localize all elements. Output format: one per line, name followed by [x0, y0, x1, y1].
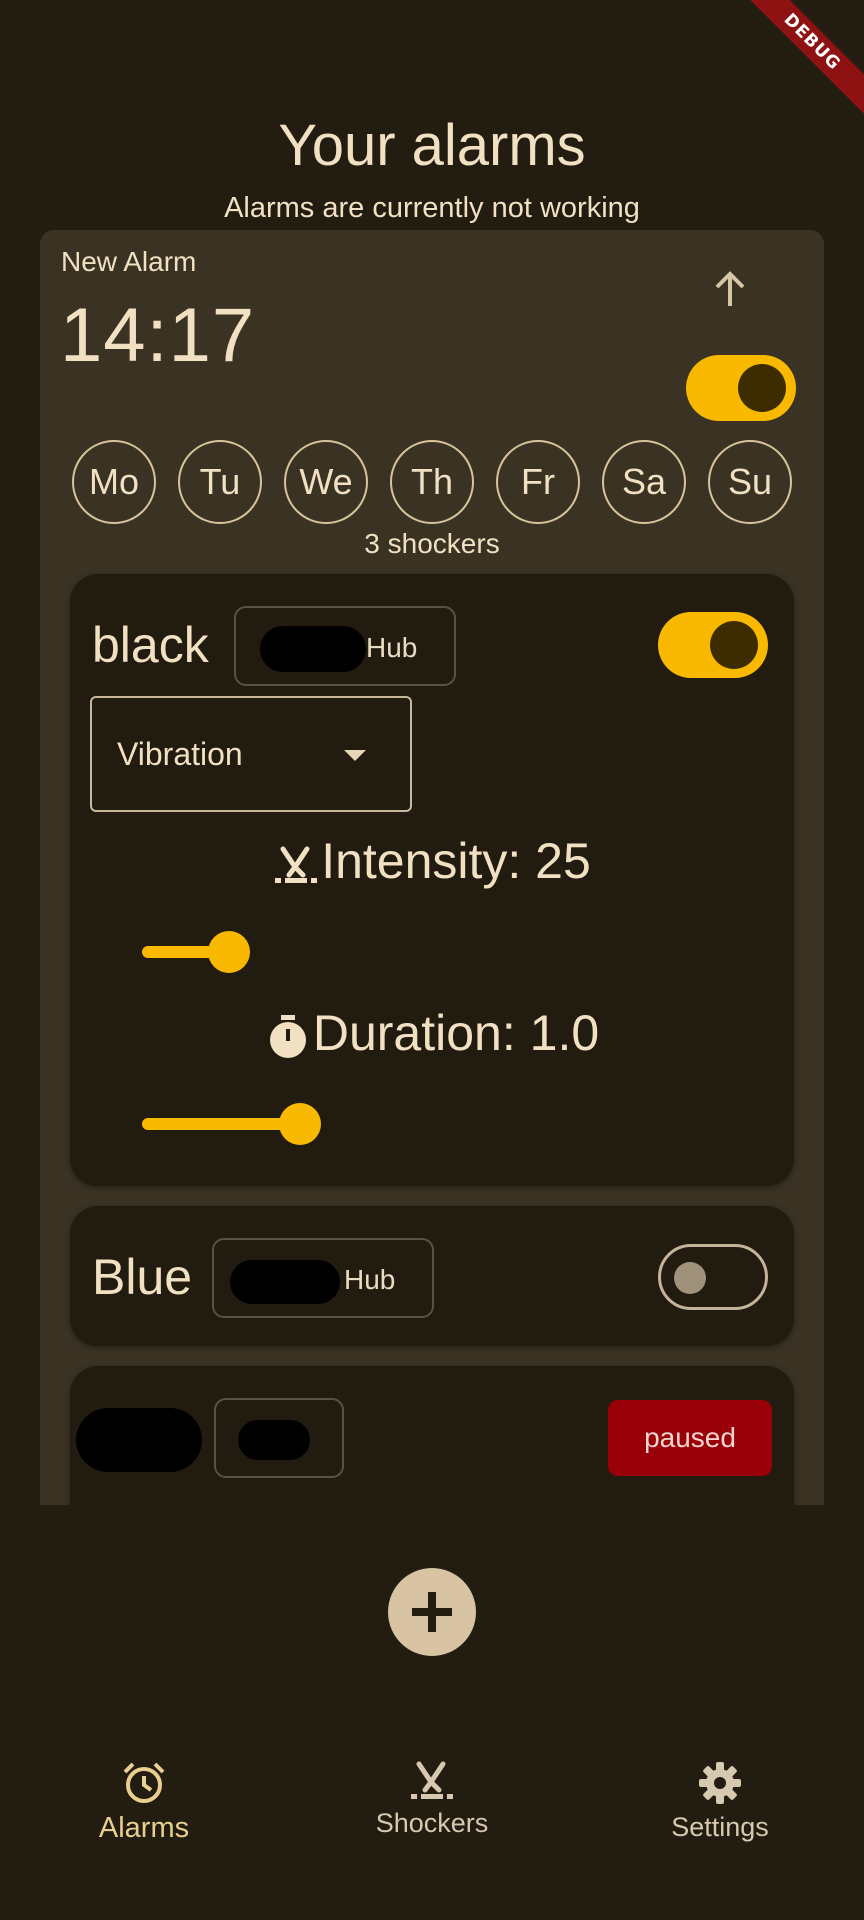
alarm-enabled-toggle[interactable]	[686, 355, 796, 421]
day-friday[interactable]: Fr	[496, 440, 580, 524]
duration-slider-thumb[interactable]	[279, 1103, 321, 1145]
day-sunday[interactable]: Su	[708, 440, 792, 524]
toggle-knob	[674, 1262, 706, 1294]
intensity-label-row: Intensity: 25	[70, 832, 794, 890]
duration-label: Duration: 1.0	[312, 1005, 600, 1061]
alarm-status-text: Alarms are currently not working	[224, 192, 640, 224]
shocker-card-redacted: paused	[70, 1366, 794, 1505]
redacted-hub-name	[230, 1260, 340, 1304]
intensity-slider-thumb[interactable]	[208, 931, 250, 973]
shocker-icon	[411, 1761, 453, 1799]
arrow-up-icon	[715, 271, 745, 306]
redacted-hub-name	[260, 626, 366, 672]
hub-label: Hub	[366, 632, 418, 663]
day-thursday[interactable]: Th	[390, 440, 474, 524]
gear-icon	[699, 1762, 741, 1804]
nav-label-alarms: Alarms	[98, 1812, 190, 1844]
hub-chip[interactable]: Hub	[212, 1238, 434, 1318]
hub-chip[interactable]: Hub	[234, 606, 456, 686]
nav-item-alarms[interactable]: Alarms	[44, 1760, 244, 1845]
weekday-selector: Mo Tu We Th Fr Sa Su	[72, 440, 792, 524]
plus-icon	[412, 1592, 452, 1632]
collapse-button[interactable]	[700, 260, 760, 320]
nav-item-shockers[interactable]: Shockers	[332, 1760, 532, 1839]
alarm-clock-icon	[123, 1762, 165, 1803]
duration-slider[interactable]	[142, 1118, 300, 1130]
duration-label-row: Duration: 1.0	[70, 1004, 794, 1062]
intensity-label: Intensity: 25	[321, 833, 591, 889]
hub-chip[interactable]	[214, 1398, 344, 1478]
shocker-name: Blue	[92, 1249, 193, 1305]
shocker-icon	[275, 846, 318, 883]
mode-dropdown[interactable]: Vibration	[90, 696, 412, 812]
toggle-knob	[710, 621, 758, 669]
nav-label-settings: Settings	[671, 1812, 769, 1842]
nav-item-settings[interactable]: Settings	[620, 1760, 820, 1843]
nav-label-shockers: Shockers	[375, 1808, 489, 1838]
shocker-card-blue: Blue Hub	[70, 1206, 794, 1346]
shocker-card-black: black Hub Vibration Intensity: 25 Durati…	[70, 574, 794, 1186]
page-title: Your alarms	[278, 113, 586, 178]
debug-banner-label: DEBUG	[744, 0, 864, 120]
redacted-shocker-name	[76, 1408, 202, 1472]
shocker-count: 3 shockers	[364, 528, 500, 559]
add-alarm-button[interactable]	[388, 1568, 476, 1656]
hub-label: Hub	[344, 1264, 396, 1295]
toggle-knob	[738, 364, 786, 412]
mode-value: Vibration	[117, 736, 243, 772]
shocker-enabled-toggle[interactable]	[658, 1244, 768, 1310]
shocker-enabled-toggle[interactable]	[658, 612, 768, 678]
timer-icon	[269, 1014, 306, 1058]
alarm-card: New Alarm 14:17 Mo Tu We Th Fr Sa Su 3 s…	[40, 230, 824, 1505]
day-tuesday[interactable]: Tu	[178, 440, 262, 524]
alarm-name[interactable]: New Alarm	[61, 246, 196, 278]
redacted-hub-name	[238, 1420, 310, 1460]
debug-banner: DEBUG	[744, 0, 864, 120]
day-saturday[interactable]: Sa	[602, 440, 686, 524]
alarm-time[interactable]: 14:17	[60, 292, 255, 379]
day-wednesday[interactable]: We	[284, 440, 368, 524]
dropdown-caret-icon	[344, 750, 366, 761]
day-monday[interactable]: Mo	[72, 440, 156, 524]
shocker-name: black	[92, 617, 209, 673]
paused-badge: paused	[608, 1400, 772, 1476]
